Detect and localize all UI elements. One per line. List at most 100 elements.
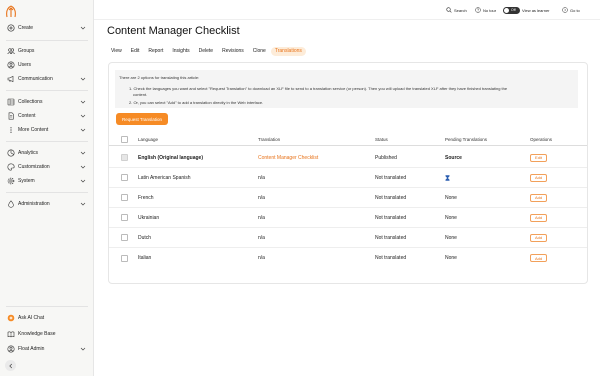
no-tour-button[interactable]: No tour xyxy=(475,6,496,14)
add-button[interactable]: Add xyxy=(530,254,547,262)
sidebar-item-customization[interactable]: Customization xyxy=(0,161,94,173)
user-icon xyxy=(7,61,15,69)
table-row: Dutch n/a Not translated None Add xyxy=(109,228,587,248)
row-checkbox[interactable] xyxy=(121,234,128,241)
row-pending xyxy=(445,168,450,187)
sidebar-item-more-content[interactable]: More Content xyxy=(0,124,94,136)
row-translation-link[interactable]: Content Manager Checklist xyxy=(258,148,318,167)
request-translation-button[interactable]: Request Translation xyxy=(116,113,168,125)
chevron-down-icon[interactable] xyxy=(80,25,86,31)
app-logo-icon[interactable] xyxy=(5,5,17,19)
groups-icon xyxy=(7,47,15,55)
chevron-down-icon[interactable] xyxy=(80,113,86,119)
row-pending: Source xyxy=(445,154,462,161)
sidebar-divider xyxy=(6,141,88,142)
info-intro: There are 2 options for translating this… xyxy=(119,75,200,80)
chevron-down-icon[interactable] xyxy=(80,201,86,207)
sidebar-item-label: Create xyxy=(18,25,34,31)
row-checkbox[interactable] xyxy=(121,214,128,221)
select-all-checkbox[interactable] xyxy=(121,135,128,143)
add-button[interactable]: Add xyxy=(530,173,547,182)
edit-button[interactable]: Edit xyxy=(530,153,547,162)
sidebar-item-label: Customization xyxy=(18,164,50,170)
sidebar-item-label: Knowledge Base xyxy=(18,331,56,337)
tab-bar: View Edit Report Insights Delete Revisio… xyxy=(107,46,307,57)
chevron-down-icon[interactable] xyxy=(80,99,86,105)
sidebar-item-ask-ai-chat[interactable]: Ask AI Chat xyxy=(0,312,94,324)
row-checkbox[interactable] xyxy=(121,254,128,262)
sidebar-item-label: More Content xyxy=(18,127,49,133)
more-dots-icon xyxy=(7,126,15,134)
toggle-switch[interactable]: Off xyxy=(503,6,520,14)
col-pending: Pending Translations xyxy=(445,136,488,142)
tab-delete[interactable]: Delete xyxy=(195,47,217,56)
sidebar-item-content[interactable]: Content xyxy=(0,110,94,122)
goto-button[interactable]: Go to xyxy=(562,6,580,14)
row-pending: None xyxy=(445,255,457,261)
chevron-left-icon xyxy=(8,363,12,368)
row-status: Published xyxy=(375,154,397,161)
tab-clone[interactable]: Clone xyxy=(249,47,270,56)
sidebar-item-label: Collections xyxy=(18,99,43,105)
search-label: Search xyxy=(454,7,467,13)
row-status: Not translated xyxy=(375,234,407,241)
sidebar-item-system[interactable]: System xyxy=(0,175,94,187)
sidebar-item-analytics[interactable]: Analytics xyxy=(0,147,94,159)
search-icon xyxy=(446,7,452,13)
info-option-1-cont: content. xyxy=(133,92,148,97)
drop-icon xyxy=(7,200,15,208)
collections-icon xyxy=(7,98,15,106)
document-icon xyxy=(7,112,15,120)
tab-view[interactable]: View xyxy=(107,47,126,56)
sidebar-item-create[interactable]: Create xyxy=(0,22,94,34)
add-button[interactable]: Add xyxy=(530,233,547,242)
chevron-down-icon[interactable] xyxy=(80,150,86,156)
chevron-down-icon[interactable] xyxy=(80,164,86,170)
table-header: Language Translation Status Pending Tran… xyxy=(109,133,587,146)
col-language: Language xyxy=(138,136,159,142)
add-button[interactable]: Add xyxy=(530,193,547,202)
sidebar-divider xyxy=(6,192,88,193)
hourglass-icon xyxy=(445,174,450,181)
sidebar-divider xyxy=(6,90,88,91)
tab-insights[interactable]: Insights xyxy=(168,47,193,56)
view-as-learner-toggle[interactable]: Off View as learner xyxy=(503,6,550,14)
collapse-sidebar-button[interactable] xyxy=(5,360,16,371)
sidebar-item-float-admin[interactable]: Float Admin xyxy=(0,343,94,355)
sidebar-item-administration[interactable]: Administration xyxy=(0,198,94,210)
sidebar-item-knowledge-base[interactable]: Knowledge Base xyxy=(0,328,94,340)
knowledge-base-icon xyxy=(7,330,15,338)
sidebar-item-label: System xyxy=(18,178,35,184)
row-status: Not translated xyxy=(375,194,407,201)
sidebar-item-collections[interactable]: Collections xyxy=(0,96,94,108)
sidebar: Create Groups Users Communication Collec… xyxy=(0,0,94,376)
page-title: Content Manager Checklist xyxy=(107,25,240,37)
sidebar-item-users[interactable]: Users xyxy=(0,59,94,71)
sidebar-item-groups[interactable]: Groups xyxy=(0,45,94,57)
search-button[interactable]: Search xyxy=(446,6,467,14)
col-status: Status xyxy=(375,136,388,142)
sidebar-item-label: Analytics xyxy=(18,150,39,156)
chevron-down-icon[interactable] xyxy=(80,127,86,133)
sidebar-item-label: Administration xyxy=(18,201,50,207)
info-option-2: 2. Or, you can select "Add" to add a tra… xyxy=(129,100,264,105)
goto-label: Go to xyxy=(570,7,580,13)
chevron-down-icon[interactable] xyxy=(80,346,86,352)
info-option-1: 1. Check the languages you want and sele… xyxy=(129,86,508,91)
sidebar-item-communication[interactable]: Communication xyxy=(0,73,94,85)
chevron-down-icon[interactable] xyxy=(80,178,86,184)
table-row: Latin American Spanish n/a Not translate… xyxy=(109,168,587,188)
tab-report[interactable]: Report xyxy=(144,47,167,56)
add-button[interactable]: Add xyxy=(530,213,547,222)
row-checkbox[interactable] xyxy=(121,174,128,181)
table-row: Ukrainian n/a Not translated None Add xyxy=(109,208,587,228)
row-translation: n/a xyxy=(258,194,265,201)
tab-edit[interactable]: Edit xyxy=(127,47,144,56)
row-checkbox[interactable] xyxy=(121,194,128,201)
goto-icon xyxy=(562,7,568,13)
row-translation: n/a xyxy=(258,214,265,221)
row-language: Italian xyxy=(138,255,152,261)
chevron-down-icon[interactable] xyxy=(80,76,86,82)
tab-revisions[interactable]: Revisions xyxy=(218,47,248,56)
tab-translations[interactable]: Translations xyxy=(270,47,306,56)
